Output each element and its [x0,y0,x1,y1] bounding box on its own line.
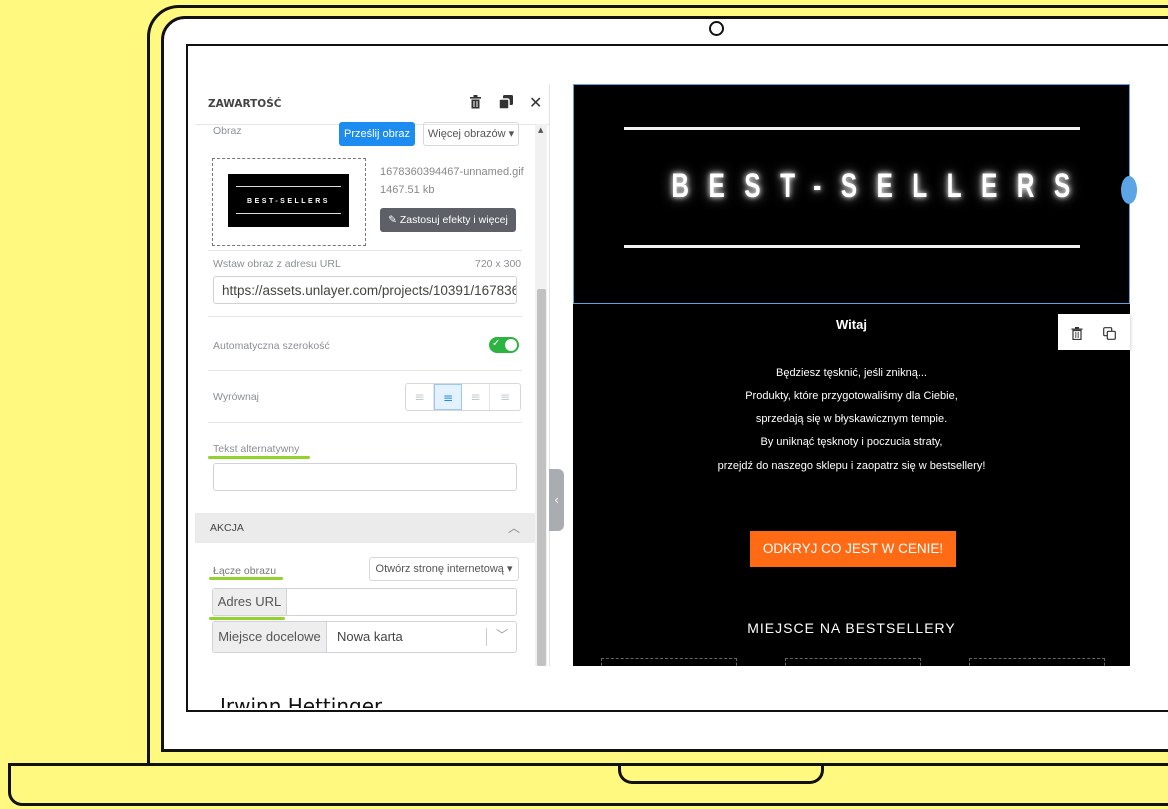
image-label: Obraz [213,125,242,137]
upload-image-button[interactable]: Prześlij obraz [339,122,415,146]
check-icon: ✓ [492,338,501,349]
align-button-group: ≡ ≡ ≡ ≡ [405,383,521,411]
auto-width-toggle[interactable]: ✓ [489,337,519,353]
target-select-group: Miejsce docelowe Nowa karta ﹀ [212,621,517,653]
cta-button[interactable]: ODKRYJ CO JEST W CENIE! [750,531,956,567]
pencil-icon: ✎ [388,214,400,226]
panel-header: ZAWARTOŚĆ ✕ [195,84,549,125]
file-name: 1678360394467-unnamed.gif [380,166,524,178]
divider [208,316,522,317]
product-placeholder[interactable] [601,658,737,666]
laptop-notch [618,763,824,784]
trash-icon[interactable] [469,95,482,113]
select-separator [486,628,487,646]
url-label: Wstaw obraz z adresu URL [213,258,341,270]
duplicate-icon[interactable] [498,95,513,113]
svg-text:BEST-SELLERS: BEST-SELLERS [247,198,330,205]
align-left-icon[interactable]: ≡ [406,384,434,410]
align-center-icon[interactable]: ≡ [434,384,462,410]
hero-bottom-line [624,245,1080,248]
trash-icon[interactable] [1071,325,1083,344]
link-url-input-group: Adres URL [212,588,517,616]
image-dimensions: 720 x 300 [475,258,522,270]
paragraph-line: Produkty, które przygotowaliśmy dla Cieb… [745,390,958,402]
align-right-icon[interactable]: ≡ [462,384,490,410]
product-placeholder[interactable] [785,658,921,666]
block-toolbar [1058,314,1130,350]
action-section-title: AKCJA [210,522,244,534]
background-text: Irwinn Hettinger [220,695,383,708]
apply-effects-label: Zastosuj efekty i więcej [399,214,508,226]
paragraph-line: sprzedają się w błyskawicznym tempie. [755,413,948,425]
action-section-header[interactable]: AKCJA ︿ [195,513,535,543]
resize-handle[interactable] [1121,176,1137,204]
thumbnail-preview-image: BEST-SELLERS [228,174,349,227]
email-preview: BEST-SELLERS Witaj Będziesz tęsknić, jeś… [573,84,1130,666]
link-url-input[interactable] [287,589,516,615]
alt-text-label: Tekst alternatywny [213,443,300,455]
content-editor-panel: ZAWARTOŚĆ ✕ Obraz Prześlij obraz Więcej … [195,84,550,666]
divider [208,370,522,371]
divider [208,422,522,423]
file-size: 1467.51 kb [380,184,435,196]
camera-icon [709,21,724,36]
hero-text: BEST-SELLERS [671,167,1090,205]
chevron-left-icon: ‹ [554,493,559,507]
image-link-type-select[interactable]: Otwórz stronę internetową ▾ [369,557,519,581]
chevron-down-icon[interactable]: ﹀ [496,626,508,643]
divider [208,250,522,251]
file-info: 1678360394467-unnamed.gif 1467.51 kb [380,163,524,199]
image-thumbnail[interactable]: BEST-SELLERS [212,158,366,246]
more-images-dropdown[interactable]: Więcej obrazów ▾ [423,122,519,146]
target-select[interactable]: Nowa karta [337,622,403,652]
paragraph-line: przejdź do naszego sklepu i zaopatrz się… [717,460,986,472]
auto-width-label: Automatyczna szerokość [213,340,330,352]
panel-title: ZAWARTOŚĆ [208,98,282,110]
scroll-up-icon[interactable]: ▲ [538,126,543,134]
url-addon: Adres URL [213,589,287,615]
highlight-underline [208,456,310,459]
paragraph-line: By uniknąć tęsknoty i poczucia straty, [760,436,943,448]
align-label: Wyrównaj [213,391,259,403]
duplicate-icon[interactable] [1103,325,1116,344]
laptop-base [8,763,1168,806]
apply-effects-button[interactable]: ✎ Zastosuj efekty i więcej [380,208,516,232]
hero-image-block[interactable]: BEST-SELLERS [573,84,1130,304]
scrollbar-thumb[interactable] [537,289,546,666]
toggle-knob [505,339,517,351]
image-url-input[interactable]: https://assets.unlayer.com/projects/1039… [213,276,517,304]
paragraph-line: Będziesz tęsknić, jeśli znikną... [775,367,927,379]
highlight-underline [209,577,283,580]
product-placeholder[interactable] [969,658,1105,666]
highlight-underline [209,617,285,620]
target-addon: Miejsce docelowe [213,622,327,652]
chevron-up-icon[interactable]: ︿ [508,519,520,536]
section-heading: MIEJSCE NA BESTSELLERY [747,620,956,636]
hero-top-line [624,127,1080,130]
collapse-panel-button[interactable]: ‹ [549,469,564,531]
image-link-label: Łącze obrazu [213,565,277,577]
close-icon[interactable]: ✕ [529,93,542,112]
greeting-heading: Witaj [836,317,867,332]
align-justify-icon[interactable]: ≡ [490,384,520,410]
alt-text-input[interactable] [213,463,517,491]
